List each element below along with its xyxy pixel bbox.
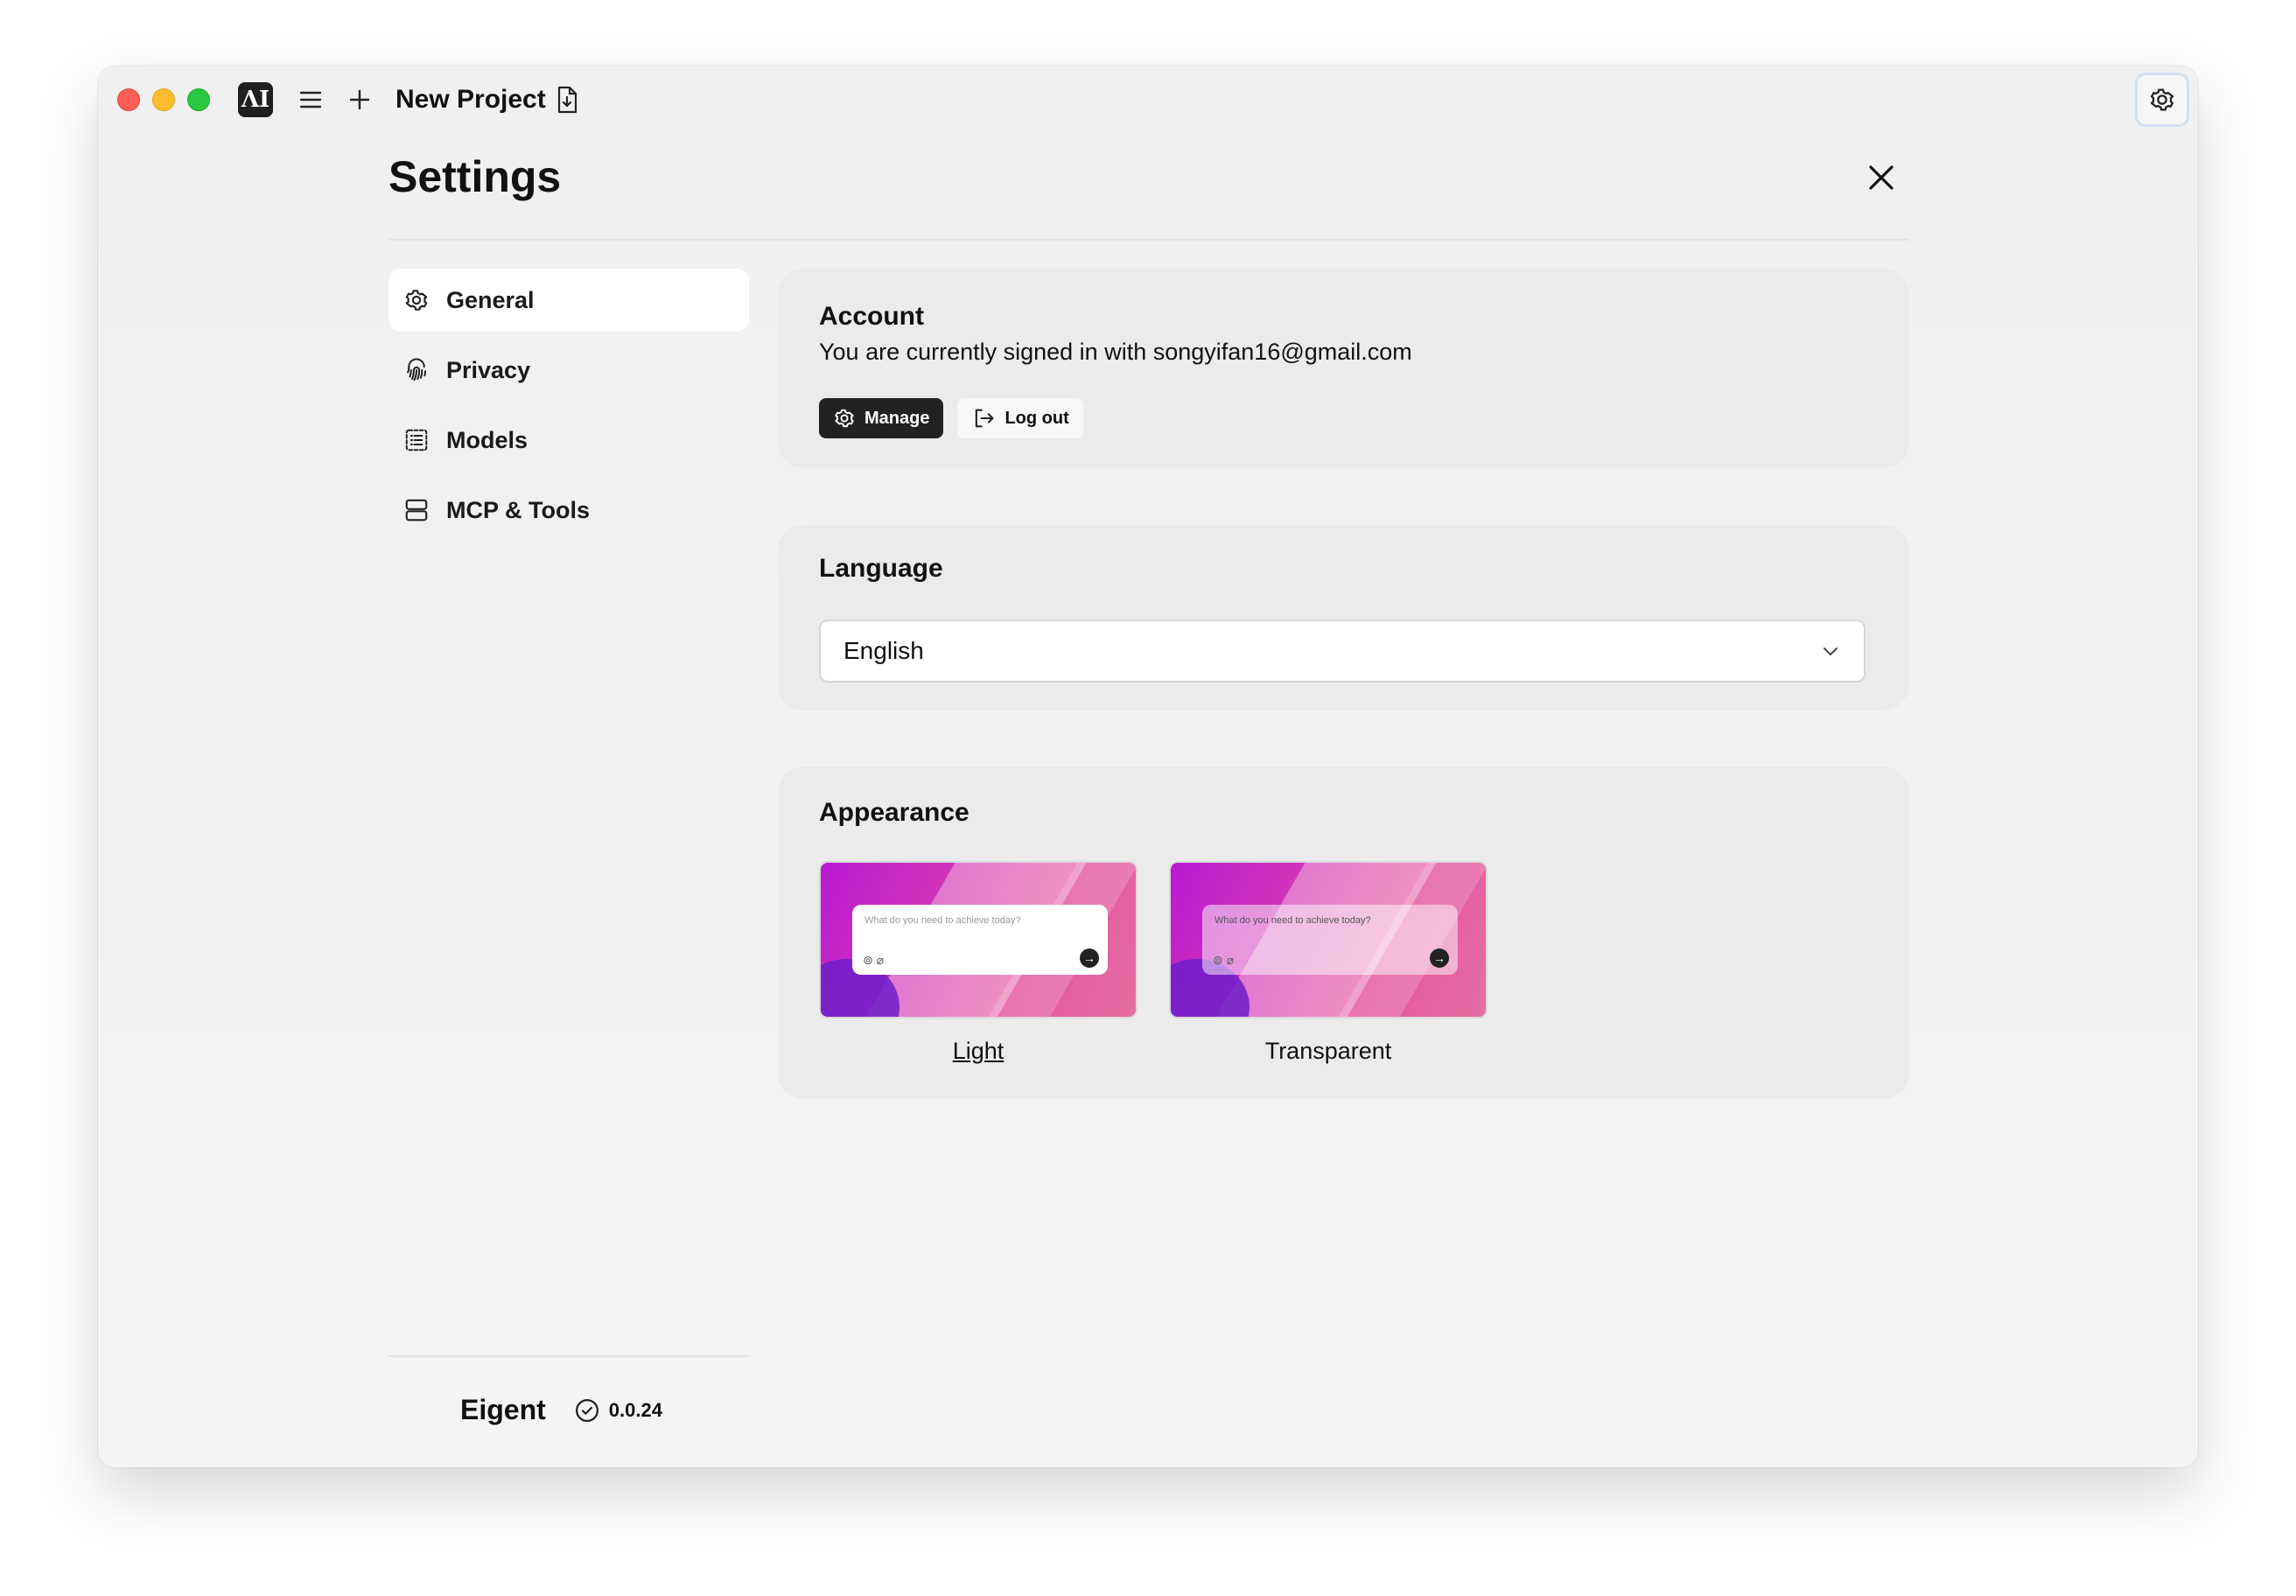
- preview-placeholder: What do you need to achieve today?: [864, 915, 1021, 926]
- sidebar-footer-divider: [388, 1355, 749, 1357]
- preview-input-box: What do you need to achieve today? ⊚ ⌀ →: [852, 905, 1108, 975]
- project-title-text: New Project: [396, 85, 546, 114]
- file-download-icon[interactable]: [555, 85, 584, 115]
- sidebar-item-label: Models: [446, 426, 528, 453]
- sidebar-item-models[interactable]: Models: [388, 409, 749, 472]
- theme-preview-transparent[interactable]: What do you need to achieve today? ⊚ ⌀ →: [1169, 861, 1488, 1018]
- preview-input-box: What do you need to achieve today? ⊚ ⌀ →: [1202, 905, 1458, 975]
- minimize-window-button[interactable]: [152, 88, 175, 111]
- preview-attach-icons: ⊚ ⌀: [863, 953, 885, 967]
- account-signed-in-text: You are currently signed in with songyif…: [819, 339, 1412, 365]
- sidebar-item-label: Privacy: [446, 356, 531, 383]
- settings-gear-button[interactable]: [2135, 73, 2189, 127]
- page-title: Settings: [388, 152, 562, 201]
- theme-option-transparent[interactable]: What do you need to achieve today? ⊚ ⌀ →…: [1169, 861, 1488, 1065]
- logout-button[interactable]: Log out: [957, 398, 1083, 438]
- gear-icon: [402, 286, 430, 314]
- language-select-value: English: [844, 637, 924, 664]
- sidebar-item-privacy[interactable]: Privacy: [388, 339, 749, 402]
- close-window-button[interactable]: [117, 88, 140, 111]
- project-title[interactable]: New Project: [396, 85, 584, 115]
- logout-label: Log out: [1004, 408, 1069, 428]
- gear-icon: [2150, 88, 2174, 111]
- menu-icon[interactable]: [294, 83, 327, 116]
- sidebar-item-label: General: [446, 286, 535, 313]
- theme-preview-light[interactable]: What do you need to achieve today? ⊚ ⌀ →: [819, 861, 1138, 1018]
- account-actions: Manage Log out: [819, 398, 1083, 438]
- version-text: 0.0.24: [608, 1398, 662, 1421]
- preview-placeholder: What do you need to achieve today?: [1214, 915, 1371, 926]
- app-logo[interactable]: ΛI: [238, 82, 273, 117]
- close-icon: [1869, 165, 1894, 190]
- title-bar: ΛI New Project: [98, 66, 2198, 136]
- check-circle-icon: [575, 1398, 598, 1422]
- header-divider: [388, 239, 1909, 241]
- settings-sidebar: General Privacy Models MCP & Tools: [388, 269, 749, 549]
- preview-send-icon: →: [1080, 948, 1099, 968]
- close-settings-button[interactable]: [1857, 153, 1906, 202]
- sidebar-item-mcp-tools[interactable]: MCP & Tools: [388, 479, 749, 542]
- chevron-down-icon: [1824, 648, 1838, 655]
- appearance-card: Appearance What do you need to achieve t…: [778, 766, 1909, 1099]
- app-window: ΛI New Project Settings General Privacy …: [98, 66, 2198, 1467]
- new-project-plus-icon[interactable]: [343, 83, 376, 116]
- theme-option-light[interactable]: What do you need to achieve today? ⊚ ⌀ →…: [819, 861, 1138, 1065]
- gear-icon: [835, 409, 854, 428]
- theme-label-light[interactable]: Light: [953, 1038, 1004, 1065]
- maximize-window-button[interactable]: [187, 88, 210, 111]
- sidebar-item-general[interactable]: General: [388, 269, 749, 332]
- language-card: Language English: [778, 525, 1909, 710]
- list-icon: [402, 426, 430, 454]
- server-icon: [402, 496, 430, 524]
- account-card: Account You are currently signed in with…: [778, 269, 1909, 468]
- preview-attach-icons: ⊚ ⌀: [1213, 953, 1235, 967]
- logout-icon: [976, 409, 995, 428]
- fingerprint-icon: [402, 356, 430, 384]
- version-badge: 0.0.24: [574, 1397, 662, 1424]
- language-select[interactable]: English: [819, 620, 1866, 682]
- sidebar-item-label: MCP & Tools: [446, 496, 591, 523]
- appearance-title: Appearance: [819, 798, 970, 827]
- brand-name: Eigent: [460, 1394, 546, 1425]
- theme-label-transparent[interactable]: Transparent: [1265, 1038, 1392, 1065]
- account-title: Account: [819, 302, 924, 331]
- theme-options: What do you need to achieve today? ⊚ ⌀ →…: [819, 861, 1488, 1065]
- language-title: Language: [819, 554, 943, 583]
- manage-button[interactable]: Manage: [819, 398, 944, 438]
- manage-label: Manage: [864, 408, 930, 428]
- preview-send-icon: →: [1430, 948, 1449, 968]
- sidebar-footer: Eigent 0.0.24: [460, 1394, 662, 1426]
